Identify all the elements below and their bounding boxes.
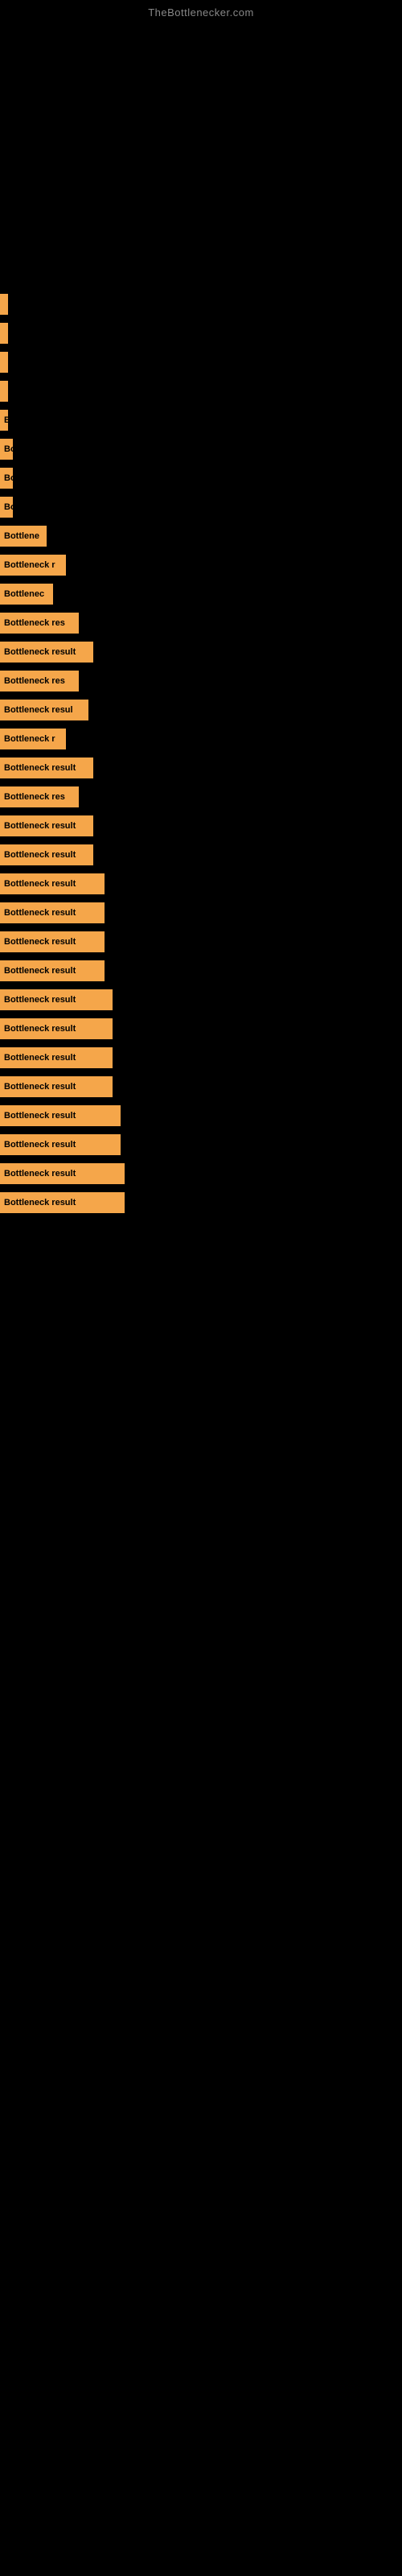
bars-container: B Bo Bo Bo Bottlene Bottleneck r Bottlenec Bott… <box>0 279 402 1215</box>
list-item: Bottleneck r <box>0 727 402 751</box>
list-item <box>0 321 402 345</box>
list-item: Bo <box>0 466 402 490</box>
list-item: Bottleneck res <box>0 785 402 809</box>
list-item: Bottleneck result <box>0 640 402 664</box>
list-item: Bottlenec <box>0 582 402 606</box>
bottleneck-label: Bo <box>0 497 13 518</box>
bottleneck-label: Bottleneck result <box>0 1076 113 1097</box>
list-item: Bottleneck result <box>0 1133 402 1157</box>
list-item: Bottleneck result <box>0 1162 402 1186</box>
site-title: TheBottlenecker.com <box>0 0 402 22</box>
bottleneck-label: Bottleneck result <box>0 1134 121 1155</box>
list-item <box>0 350 402 374</box>
list-item: Bottleneck result <box>0 1017 402 1041</box>
list-item: Bottleneck result <box>0 1191 402 1215</box>
bottleneck-label: Bottleneck result <box>0 1192 125 1213</box>
bottleneck-label <box>0 352 8 373</box>
bottleneck-label: Bottleneck result <box>0 1018 113 1039</box>
list-item: Bottleneck result <box>0 1046 402 1070</box>
list-item: Bottleneck result <box>0 814 402 838</box>
bottleneck-label: Bottleneck result <box>0 931 105 952</box>
bottleneck-label: Bottleneck result <box>0 873 105 894</box>
bottleneck-label: Bottleneck result <box>0 1105 121 1126</box>
bottleneck-label <box>0 381 8 402</box>
bottleneck-label: Bottleneck res <box>0 613 79 634</box>
bottleneck-label: Bottleneck result <box>0 1047 113 1068</box>
bottleneck-label: Bo <box>0 468 13 489</box>
bottleneck-label: Bottleneck result <box>0 989 113 1010</box>
bottleneck-label: Bottleneck r <box>0 729 66 749</box>
bottleneck-label: Bottleneck result <box>0 960 105 981</box>
chart-area <box>0 22 402 279</box>
list-item: Bottleneck r <box>0 553 402 577</box>
list-item: Bottleneck res <box>0 611 402 635</box>
bottleneck-label: Bottleneck result <box>0 758 93 778</box>
list-item: Bottleneck result <box>0 756 402 780</box>
list-item: Bottleneck result <box>0 843 402 867</box>
bottleneck-label: Bottleneck result <box>0 815 93 836</box>
bottleneck-label: Bo <box>0 439 13 460</box>
bottleneck-label: Bottleneck res <box>0 786 79 807</box>
list-item: Bottleneck result <box>0 872 402 896</box>
list-item: Bottleneck result <box>0 1075 402 1099</box>
bottleneck-label: Bottleneck result <box>0 844 93 865</box>
bottleneck-label: Bottlene <box>0 526 47 547</box>
list-item: Bottlene <box>0 524 402 548</box>
bottleneck-label: Bottlenec <box>0 584 53 605</box>
list-item: Bottleneck resul <box>0 698 402 722</box>
list-item: Bottleneck res <box>0 669 402 693</box>
bottleneck-label: Bottleneck result <box>0 1163 125 1184</box>
bottleneck-label: Bottleneck resul <box>0 700 88 720</box>
bottleneck-label <box>0 323 8 344</box>
list-item <box>0 292 402 316</box>
bottleneck-label: B <box>0 410 8 431</box>
list-item <box>0 379 402 403</box>
list-item: Bottleneck result <box>0 959 402 983</box>
list-item: Bottleneck result <box>0 988 402 1012</box>
bottleneck-label: Bottleneck result <box>0 642 93 663</box>
list-item: Bottleneck result <box>0 1104 402 1128</box>
list-item: Bo <box>0 437 402 461</box>
bottleneck-label <box>0 294 8 315</box>
list-item: Bottleneck result <box>0 930 402 954</box>
bottleneck-label: Bottleneck result <box>0 902 105 923</box>
bottleneck-label: Bottleneck res <box>0 671 79 691</box>
list-item: Bottleneck result <box>0 901 402 925</box>
list-item: Bo <box>0 495 402 519</box>
bottleneck-label: Bottleneck r <box>0 555 66 576</box>
list-item: B <box>0 408 402 432</box>
